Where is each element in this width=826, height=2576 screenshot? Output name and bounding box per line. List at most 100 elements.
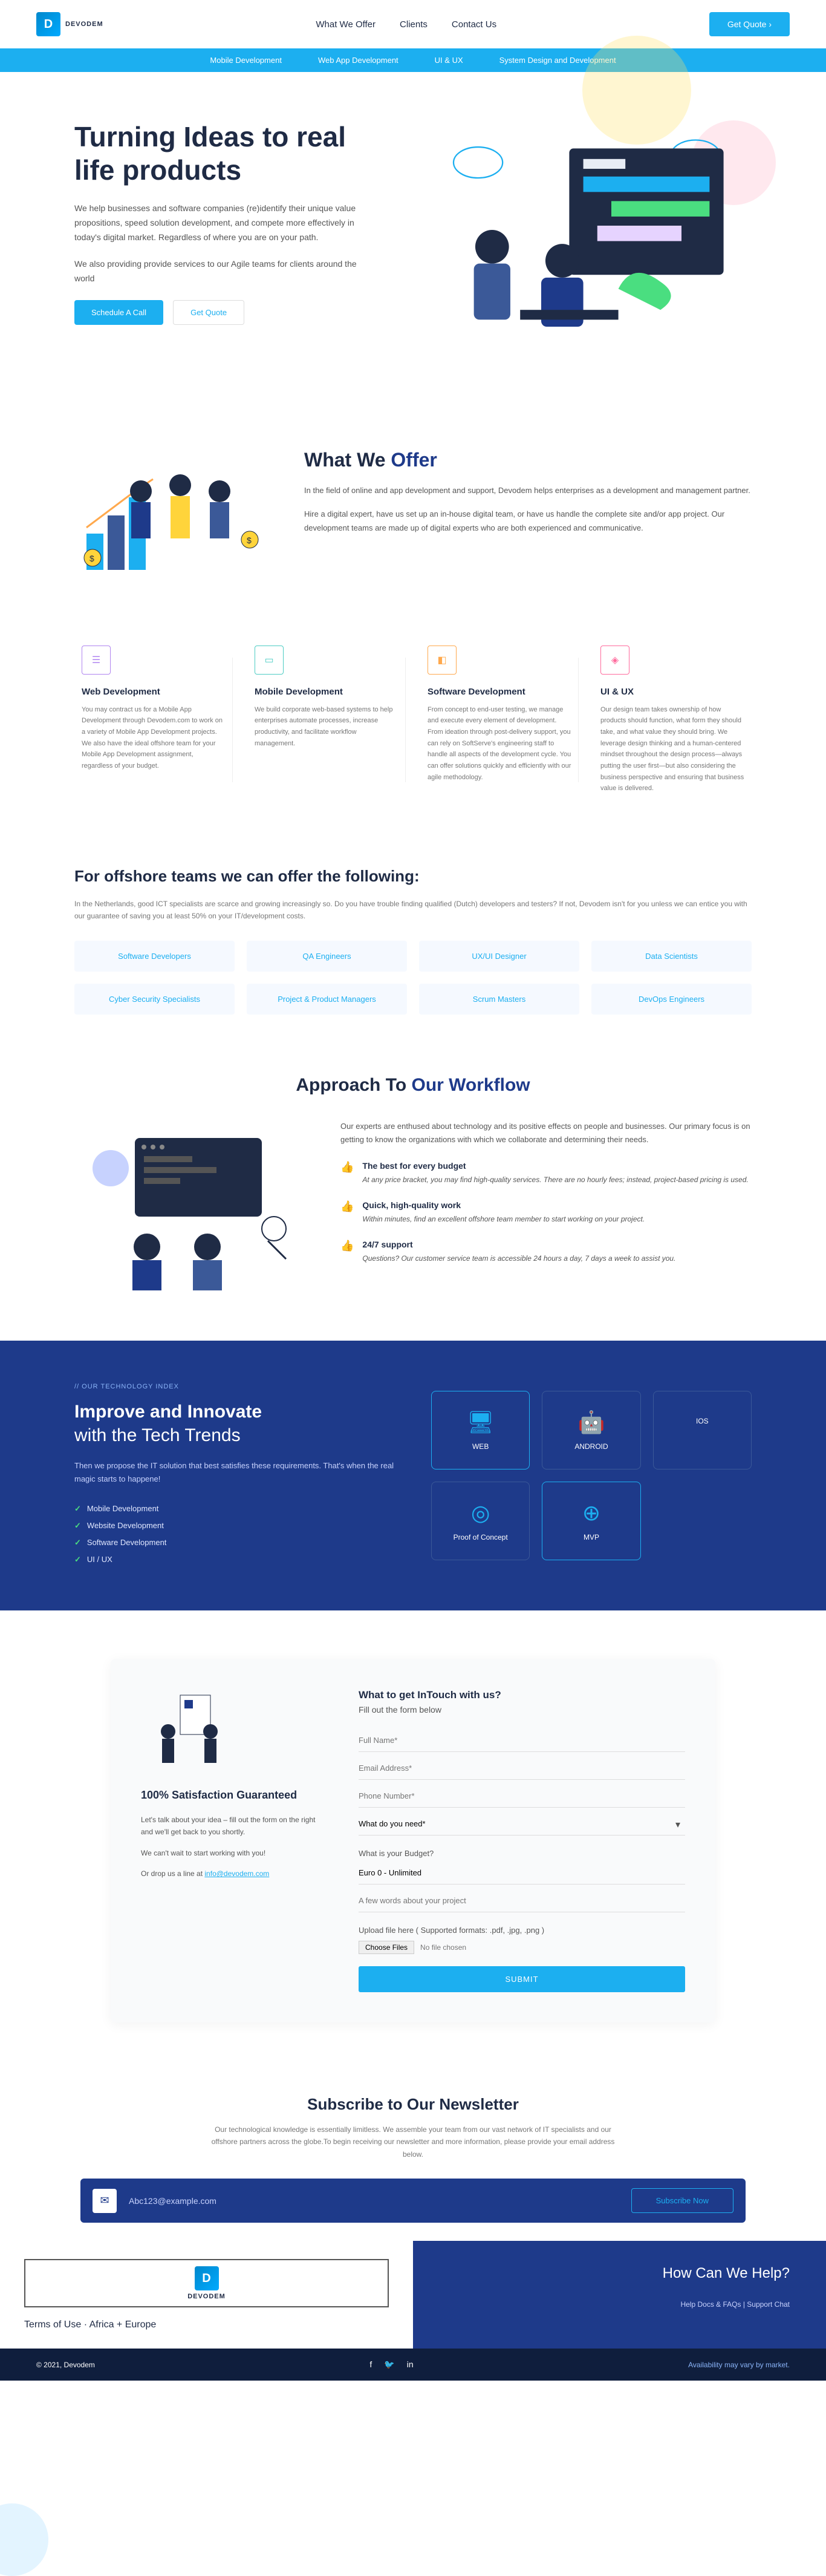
- role-cyber[interactable]: Cyber Security Specialists: [74, 984, 235, 1015]
- twitter-icon[interactable]: 🐦: [384, 2359, 394, 2370]
- service-desc: We build corporate web-based systems to …: [255, 704, 398, 750]
- tech-card-web[interactable]: 🖥 WEB: [431, 1391, 530, 1469]
- hero-p1: We help businesses and software companie…: [74, 201, 377, 244]
- role-qa[interactable]: QA Engineers: [247, 941, 407, 972]
- header: D DEVODEM What We Offer Clients Contact …: [0, 0, 826, 48]
- hero: Turning Ideas to real life products We h…: [74, 72, 752, 413]
- contact-right-sub: Fill out the form below: [359, 1705, 685, 1715]
- subnav: Mobile Development Web App Development U…: [0, 48, 826, 72]
- role-software-dev[interactable]: Software Developers: [74, 941, 235, 972]
- budget-select[interactable]: Euro 0 - Unlimited: [359, 1862, 685, 1885]
- service-software: ◧ Software Development From concept to e…: [420, 633, 579, 807]
- service-desc: Our design team takes ownership of how p…: [600, 704, 744, 795]
- choose-files-button[interactable]: Choose Files: [359, 1941, 414, 1954]
- facebook-icon[interactable]: f: [369, 2359, 372, 2370]
- help-links[interactable]: Help Docs & FAQs | Support Chat: [449, 2300, 790, 2309]
- approach-item-desc: Questions? Our customer service team is …: [362, 1253, 675, 1264]
- tech-card-ios[interactable]: IOS: [653, 1391, 752, 1469]
- approach-item-title: Quick, high-quality work: [362, 1200, 645, 1210]
- subnav-uiux[interactable]: UI & UX: [435, 56, 463, 65]
- get-quote-button[interactable]: Get Quote ›: [709, 12, 790, 36]
- prefooter-logo[interactable]: D DEVODEM: [24, 2259, 389, 2307]
- file-label: Upload file here ( Supported formats: .p…: [359, 1926, 685, 1935]
- name-input[interactable]: [359, 1729, 685, 1752]
- role-pm[interactable]: Project & Product Managers: [247, 984, 407, 1015]
- approach-heading: Approach To Our Workflow: [74, 1075, 752, 1096]
- about-input[interactable]: [359, 1889, 685, 1912]
- contact-p3: Or drop us a line at info@devodem.com: [141, 1868, 322, 1880]
- submit-button[interactable]: SUBMIT: [359, 1966, 685, 1992]
- approach-item-desc: Within minutes, find an excellent offsho…: [362, 1214, 645, 1225]
- logo[interactable]: D DEVODEM: [36, 12, 103, 36]
- tech-desc: Then we propose the IT solution that bes…: [74, 1459, 395, 1486]
- phone-input[interactable]: [359, 1785, 685, 1808]
- mail-icon: ✉: [93, 2189, 117, 2213]
- tech-card-poc[interactable]: ◎ Proof of Concept: [431, 1482, 530, 1560]
- mvp-icon: ⊕: [554, 1500, 628, 1526]
- contact-email-link[interactable]: info@devodem.com: [204, 1869, 269, 1878]
- web-icon: ☰: [82, 646, 111, 675]
- services-row: ☰ Web Development You may contract us fo…: [74, 621, 752, 843]
- tech-heading: Improve and Innovatewith the Tech Trends: [74, 1400, 395, 1447]
- get-quote-button[interactable]: Get Quote: [173, 300, 244, 325]
- offshore-title: For offshore teams we can offer the foll…: [74, 867, 752, 886]
- schedule-call-button[interactable]: Schedule A Call: [74, 300, 163, 325]
- nav-contact[interactable]: Contact Us: [452, 19, 496, 30]
- approach-item-title: 24/7 support: [362, 1240, 675, 1249]
- approach-item: 👍 The best for every budget At any price…: [340, 1161, 752, 1186]
- social-links: f 🐦 in: [369, 2359, 413, 2370]
- svg-text:$: $: [247, 535, 252, 545]
- tech-checklist: Mobile Development Website Development S…: [74, 1500, 395, 1568]
- contact-p2: We can't wait to start working with you!: [141, 1847, 322, 1859]
- subscribe-button[interactable]: Subscribe Now: [631, 2188, 733, 2213]
- service-desc: You may contract us for a Mobile App Dev…: [82, 704, 226, 772]
- subnav-webapp[interactable]: Web App Development: [318, 56, 398, 65]
- role-devops[interactable]: DevOps Engineers: [591, 984, 752, 1015]
- approach-item: 👍 24/7 support Questions? Our customer s…: [340, 1240, 752, 1264]
- thumbs-up-icon: 👍: [340, 1240, 354, 1252]
- approach-illustration: [74, 1120, 304, 1304]
- thumbs-up-icon: 👍: [340, 1161, 354, 1174]
- service-title: Mobile Development: [255, 687, 398, 697]
- android-icon: 🤖: [554, 1410, 628, 1435]
- approach-item: 👍 Quick, high-quality work Within minute…: [340, 1200, 752, 1225]
- service-mobile: ▭ Mobile Development We build corporate …: [247, 633, 406, 807]
- hero-illustration: [401, 120, 752, 376]
- what-we-offer: $ $ What We Offer In the field of online…: [74, 413, 752, 621]
- service-uiux: ◈ UI & UX Our design team takes ownershi…: [593, 633, 752, 807]
- tech-card-android[interactable]: 🤖 ANDROID: [542, 1391, 640, 1469]
- role-uxui[interactable]: UX/UI Designer: [419, 941, 579, 972]
- copyright: © 2021, Devodem: [36, 2361, 95, 2369]
- approach-intro: Our experts are enthused about technolog…: [340, 1120, 752, 1146]
- approach: Approach To Our Workflow: [74, 1039, 752, 1341]
- role-scrum[interactable]: Scrum Masters: [419, 984, 579, 1015]
- newsletter-form: ✉ Subscribe Now: [80, 2179, 746, 2223]
- wwo-p2: Hire a digital expert, have us set up an…: [304, 507, 752, 535]
- tech-card-mvp[interactable]: ⊕ MVP: [542, 1482, 640, 1560]
- bg-decor: [0, 2503, 48, 2576]
- check-item: Software Development: [74, 1534, 395, 1551]
- logo-text: DEVODEM: [65, 21, 103, 28]
- newsletter-email-input[interactable]: [129, 2196, 619, 2206]
- newsletter-title: Subscribe to Our Newsletter: [74, 2095, 752, 2114]
- uiux-icon: ◈: [600, 646, 629, 675]
- check-item: UI / UX: [74, 1551, 395, 1568]
- budget-label: What is your Budget?: [359, 1849, 685, 1858]
- newsletter: Subscribe to Our Newsletter Our technolo…: [74, 2071, 752, 2241]
- approach-item-desc: At any price bracket, you may find high-…: [362, 1174, 748, 1186]
- contact-illustration: [141, 1689, 322, 1777]
- nav-offer[interactable]: What We Offer: [316, 19, 376, 30]
- nav-clients[interactable]: Clients: [400, 19, 428, 30]
- terms-of-use[interactable]: Terms of Use · Africa + Europe: [24, 2319, 389, 2330]
- linkedin-icon[interactable]: in: [407, 2359, 414, 2370]
- wwo-illustration: $ $: [74, 449, 268, 597]
- approach-item-title: The best for every budget: [362, 1161, 748, 1171]
- service-title: Web Development: [82, 687, 226, 697]
- service-title: UI & UX: [600, 687, 744, 697]
- hero-title: Turning Ideas to real life products: [74, 120, 377, 187]
- availability-note: Availability may vary by market.: [688, 2361, 790, 2369]
- role-data[interactable]: Data Scientists: [591, 941, 752, 972]
- email-input[interactable]: [359, 1757, 685, 1780]
- subnav-mobile[interactable]: Mobile Development: [210, 56, 282, 65]
- need-select[interactable]: What do you need*: [359, 1813, 685, 1836]
